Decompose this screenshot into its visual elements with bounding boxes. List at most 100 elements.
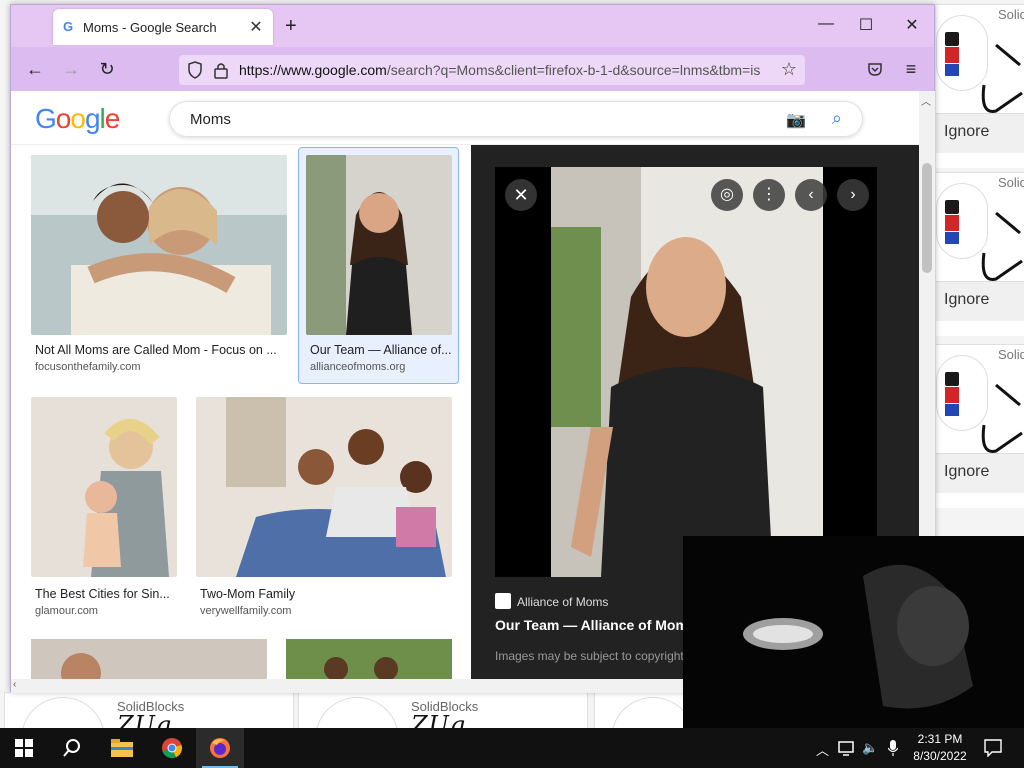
lock-icon[interactable] [213, 61, 229, 79]
system-clock[interactable]: 2:31 PM 8/30/2022 [908, 731, 972, 765]
clock-time: 2:31 PM [917, 732, 963, 746]
address-bar[interactable]: https://www.google.com/search?q=Moms&cli… [179, 55, 805, 85]
bookmark-star-icon[interactable]: ☆ [781, 59, 797, 80]
forward-button[interactable]: → [59, 59, 83, 80]
ignore-button[interactable]: Ignore [944, 291, 989, 309]
result-source: verywellfamily.com [200, 605, 292, 617]
search-query[interactable]: Moms [190, 111, 231, 128]
result-source: allianceofmoms.org [310, 361, 406, 373]
result-source: glamour.com [35, 605, 98, 617]
preview-image[interactable] [551, 167, 823, 577]
side-card: Solid Ignore [936, 172, 1024, 336]
volume-icon[interactable]: 🔈 [862, 740, 878, 756]
bottom-card: SolidBlocks ZUg [4, 692, 294, 732]
site-favicon-icon [495, 593, 511, 609]
result-image[interactable] [196, 397, 452, 577]
result-caption[interactable]: Not All Moms are Called Mom - Focus on .… [35, 343, 285, 357]
google-logo[interactable]: Google [35, 103, 121, 135]
search-button[interactable] [48, 728, 96, 768]
result-source: focusonthefamily.com [35, 361, 141, 373]
lens-search-icon[interactable]: ◎ [711, 179, 743, 211]
windows-logo-icon [15, 739, 33, 757]
search-icon [63, 739, 80, 757]
network-icon[interactable] [838, 740, 854, 756]
result-item[interactable]: Two-Mom Family verywellfamily.com [196, 397, 452, 617]
video-frame [683, 536, 1024, 728]
copyright-note: Images may be subject to copyright. [495, 649, 688, 663]
maximize-button[interactable]: ☐ [851, 15, 881, 35]
scribble-drawing [981, 383, 1023, 453]
result-image[interactable] [31, 639, 267, 679]
preview-site-name[interactable]: Alliance of Moms [517, 595, 608, 609]
bottom-card: SolidBlocks ZUg [298, 692, 588, 732]
show-hidden-icons-icon[interactable]: ︿ [816, 740, 829, 759]
result-caption[interactable]: The Best Cities for Sin... [35, 587, 175, 601]
scroll-left-icon[interactable]: ‹ [13, 679, 16, 690]
next-image-icon[interactable]: › [837, 179, 869, 211]
ignore-button[interactable]: Ignore [944, 123, 989, 141]
ignore-button[interactable]: Ignore [944, 463, 989, 481]
result-item[interactable]: The Best Cities for Sin... glamour.com [31, 397, 177, 617]
result-image[interactable] [31, 155, 287, 335]
firefox-icon [210, 738, 230, 758]
scroll-up-icon[interactable]: ︿ [921, 93, 931, 108]
menu-hamburger-icon[interactable]: ≡ [899, 59, 923, 80]
camera-icon[interactable]: 📷 [786, 110, 806, 130]
result-item[interactable]: Not All Moms are Called Mom - Focus on .… [31, 155, 287, 375]
close-preview-icon[interactable]: ✕ [505, 179, 537, 211]
folder-icon [111, 739, 133, 757]
clock-date: 8/30/2022 [913, 749, 967, 763]
search-icon[interactable]: ⌕ [832, 108, 842, 129]
close-tab-icon[interactable]: ✕ [247, 17, 265, 37]
reload-button[interactable]: ↻ [95, 59, 119, 80]
tab-title: Moms - Google Search [83, 20, 217, 35]
previous-image-icon[interactable]: ‹ [795, 179, 827, 211]
result-caption[interactable]: Two-Mom Family [200, 587, 450, 601]
side-card-name: Solid [998, 7, 1024, 22]
result-image[interactable] [286, 639, 452, 679]
nav-bar: ← → ↻ https://www.google.com/search?q=Mo… [11, 47, 934, 91]
preview-title[interactable]: Our Team — Alliance of Moms [495, 617, 696, 633]
scroll-thumb[interactable] [922, 163, 932, 273]
google-logo-letter: e [104, 103, 121, 134]
side-card-name: Solid [998, 347, 1024, 362]
url-text[interactable]: https://www.google.com/search?q=Moms&cli… [239, 62, 769, 78]
avatar [21, 697, 105, 731]
google-header: Google Moms 📷 ⌕ [11, 91, 934, 145]
google-logo-letter: g [84, 103, 101, 134]
google-logo-letter: G [35, 103, 57, 134]
tab-google-search[interactable]: G Moms - Google Search ✕ [53, 9, 273, 45]
microphone-icon[interactable] [888, 740, 898, 756]
start-button[interactable] [0, 728, 48, 768]
side-card-name: Solid [998, 175, 1024, 190]
shield-icon[interactable] [187, 61, 203, 79]
result-image[interactable] [31, 397, 177, 577]
video-overlay[interactable] [683, 536, 1024, 728]
file-explorer-button[interactable] [98, 728, 146, 768]
search-input[interactable]: Moms 📷 ⌕ [169, 101, 863, 137]
chrome-icon [162, 738, 182, 759]
close-window-button[interactable]: ✕ [897, 15, 927, 35]
google-logo-letter: o [70, 103, 86, 134]
new-tab-button[interactable]: + [285, 15, 297, 38]
image-results: Not All Moms are Called Mom - Focus on .… [11, 145, 471, 679]
result-image[interactable] [306, 155, 452, 335]
avatar [315, 697, 399, 731]
result-caption[interactable]: Our Team — Alliance of... [310, 343, 454, 357]
side-card: Solid Ignore [936, 344, 1024, 508]
taskbar: ︿ 🔈 2:31 PM 8/30/2022 [0, 728, 1024, 768]
notifications-icon[interactable] [984, 739, 1002, 757]
result-item-selected[interactable]: Our Team — Alliance of... allianceofmoms… [298, 147, 459, 384]
back-button[interactable]: ← [23, 59, 47, 80]
side-card: Solid Ignore [936, 4, 1024, 168]
scribble-drawing [981, 43, 1023, 113]
pocket-icon[interactable] [867, 61, 883, 77]
scribble-drawing [981, 211, 1023, 281]
firefox-button[interactable] [196, 728, 244, 768]
google-logo-letter: o [55, 103, 72, 134]
minimize-button[interactable]: — [811, 15, 841, 33]
more-options-icon[interactable]: ⋮ [753, 179, 785, 211]
google-favicon-icon: G [63, 19, 74, 34]
title-bar: G Moms - Google Search ✕ + — ☐ ✕ [11, 5, 934, 47]
chrome-button[interactable] [148, 728, 196, 768]
